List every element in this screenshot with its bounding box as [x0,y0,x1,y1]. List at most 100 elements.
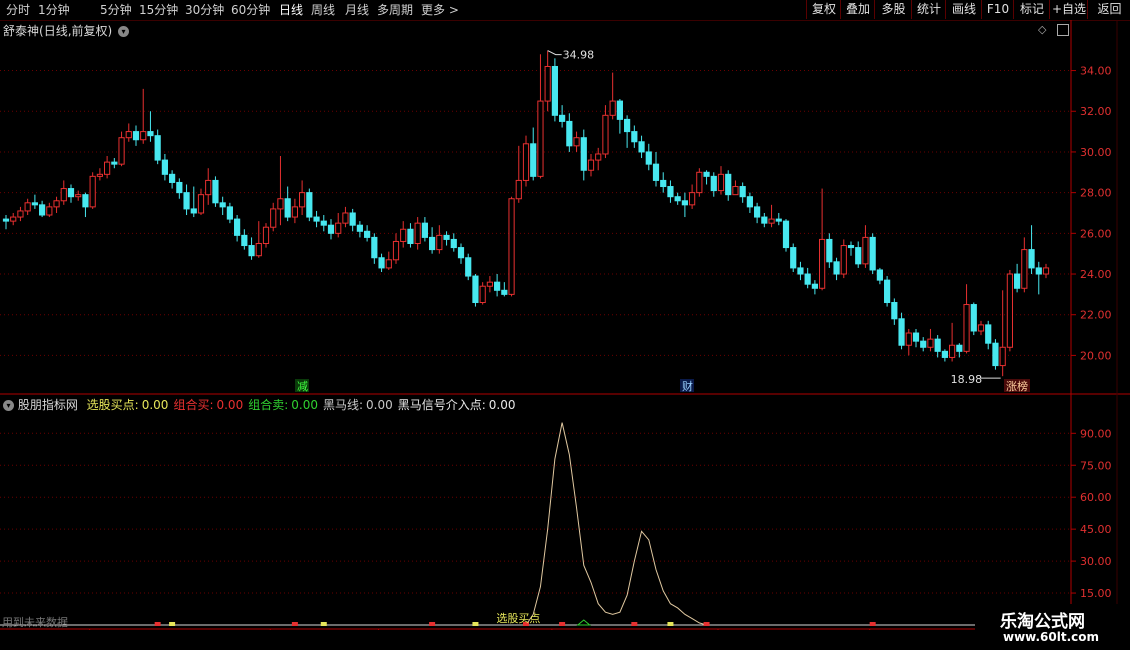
toolbar-button-4[interactable]: 画线 [945,0,982,19]
candle-body [125,131,132,139]
high-pointer [547,50,562,56]
candle-body [717,173,725,192]
period-tab-3[interactable]: 15分钟 [139,2,178,18]
candle-body [891,302,898,320]
candle-body [60,188,67,202]
candle-body [10,216,17,222]
toolbar-button-2[interactable]: 多股 [874,0,912,19]
candle-body [840,245,847,275]
candle-body [190,208,197,214]
candle-body [104,161,111,175]
period-tab-6[interactable]: 日线 [279,2,303,18]
candle-body [291,206,298,218]
price-axis-label: 30.00 [1080,146,1112,159]
candle-body [927,338,934,348]
indicator-field-value: 0.00 [291,398,318,412]
candle-body [768,218,775,224]
high-price-label: 34.98 [563,49,595,62]
indicator-field-value: 0.00 [488,398,516,412]
candle-body [1014,273,1021,289]
toolbar-button-1[interactable]: 叠加 [840,0,875,19]
candle-body [797,267,804,275]
candle-body [746,196,753,208]
candle-body [17,210,24,218]
period-tab-7[interactable]: 周线 [311,2,335,18]
candle-body [1035,267,1042,275]
period-tab-2[interactable]: 5分钟 [100,2,132,18]
candle-body [414,222,421,245]
candle-body [985,324,992,344]
indicator-field-label: 组合买: [173,398,214,412]
candle-body [559,114,566,122]
toolbar-button-6[interactable]: 标记 [1013,0,1050,19]
candle-body [725,173,732,196]
candle-body [522,143,530,181]
candle-body [573,137,580,147]
candle-body [277,198,284,210]
candle-body [450,238,457,249]
period-toolbar: 分时 1分钟 5分钟 15分钟 30分钟 60分钟 日线 周线 月线 多周期 更多 > 复权 叠加 多股统… [0,0,1130,21]
price-axis-label: 24.00 [1080,268,1112,281]
watermark-url: www.60lt.com [1003,630,1100,644]
candle-body [616,100,623,120]
toolbar-button-8[interactable]: 返回 [1087,0,1130,19]
toolbar-button-5[interactable]: F10 [981,0,1014,19]
signal-mark [703,622,710,626]
candle-body [96,173,103,177]
toolbar-button-7[interactable]: +自选 [1049,0,1088,19]
candle-body [992,342,999,367]
watermark-site: 乐淘公式网 [1000,612,1085,632]
candle-body [501,289,508,295]
period-tab-4[interactable]: 30分钟 [185,2,224,18]
price-chart[interactable]: 34.00 32.00 30.00 28.00 26.00 24.00 22.00 20.00… [0,20,1130,630]
candle-body [999,346,1006,367]
candle-body [696,171,703,194]
candle-body [587,159,595,171]
price-axis-label: 34.00 [1080,65,1112,78]
candle-body [515,179,522,200]
toolbar-button-0[interactable]: 复权 [806,0,841,19]
candle-body [205,179,212,196]
candle-body [782,220,790,249]
candle-body [31,202,38,206]
candle-body [226,206,233,220]
candle-body [530,143,537,177]
period-tab-5[interactable]: 60分钟 [231,2,270,18]
signal-mark [559,622,566,626]
toolbar-button-3[interactable]: 统计 [911,0,946,19]
candle-body [392,240,400,261]
candle-body [674,196,681,202]
candle-body [920,340,927,348]
period-tab-8[interactable]: 月线 [345,2,369,18]
indicator-field-label: 黑马信号介入点: [397,398,486,412]
indicator-title: ▾ 股朋指标网 选股买点: 0.00 组合买: 0.00 组合卖: 0.00 黑马线: 0.0… [3,396,516,413]
candle-body [739,186,746,198]
period-tab-1[interactable]: 1分钟 [38,2,70,18]
low-price-label: 18.98 [951,373,983,386]
candle-body [869,236,876,271]
candle-body [436,234,443,251]
chevron-down-icon[interactable]: ▾ [3,400,14,411]
indicator-line [6,422,1090,626]
candle-body [703,171,710,177]
candle-body [212,179,219,204]
candle-body [537,100,544,177]
candle-body [320,220,327,226]
candle-body [667,186,674,198]
candle-body [609,100,616,116]
indicator-field-value: 0.00 [216,398,244,412]
candle-body [169,173,176,183]
period-tab-0[interactable]: 分时 [6,2,30,18]
candle-body [118,137,125,165]
candle-body [284,198,291,218]
price-axis-label: 28.00 [1080,187,1112,200]
candle-body [465,257,472,277]
period-tab-10[interactable]: 更多 > [421,2,459,18]
candle-body [508,198,515,295]
period-tab-9[interactable]: 多周期 [377,2,413,18]
candle-body [595,153,602,161]
indicator-axis-label: 60.00 [1080,491,1112,504]
green-mark [576,619,592,626]
candle-body [811,283,818,289]
candle-body [82,194,89,208]
